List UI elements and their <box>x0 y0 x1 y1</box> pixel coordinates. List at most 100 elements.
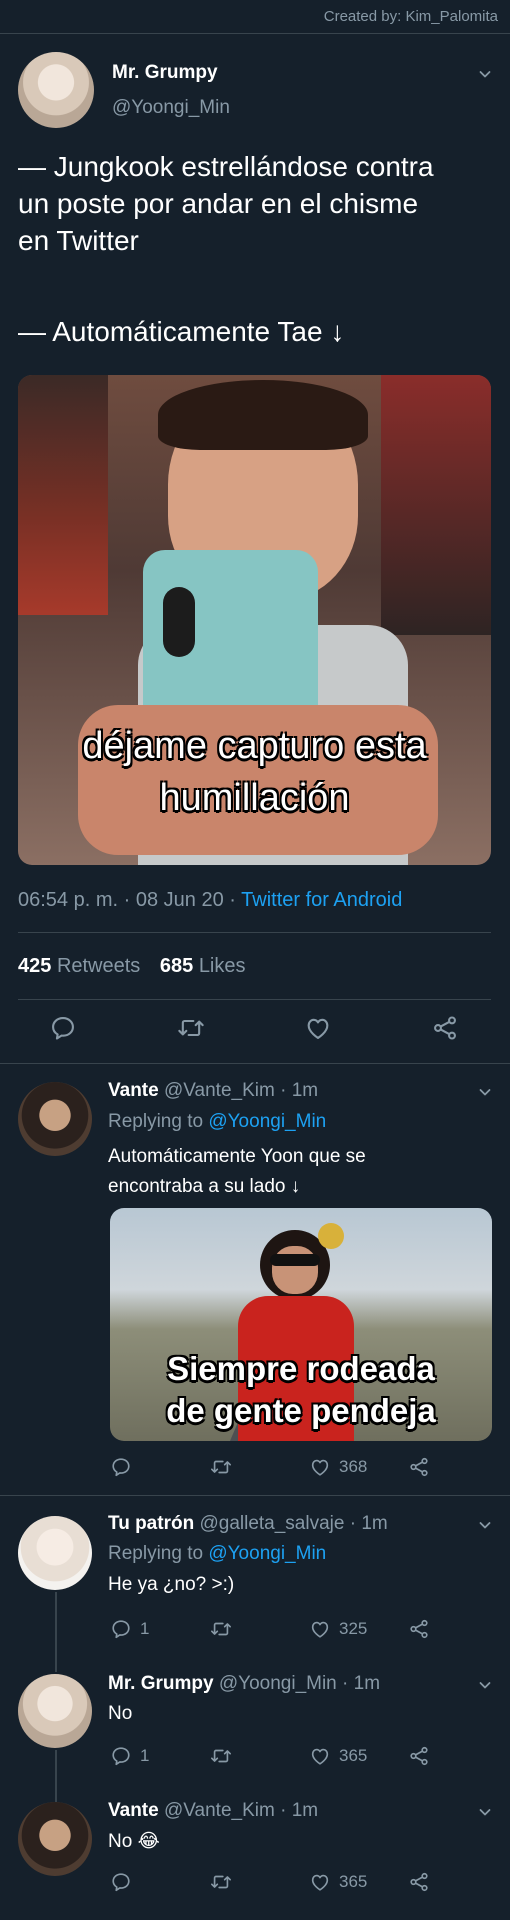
reply-button[interactable] <box>110 1871 140 1893</box>
author-name[interactable]: Mr. Grumpy <box>108 1673 214 1694</box>
like-button[interactable]: 365 <box>309 1871 367 1893</box>
reply-button[interactable]: 1 <box>110 1618 149 1640</box>
share-button[interactable] <box>408 1871 430 1893</box>
mention-link[interactable]: @Yoongi_Min <box>208 1543 326 1564</box>
reply-header: Vante @Vante_Kim · 1m <box>108 1080 318 1102</box>
tweet-time: 06:54 p. m. <box>18 889 119 911</box>
replying-to: Replying to @Yoongi_Min <box>108 1543 326 1565</box>
reply-icon <box>110 1871 132 1893</box>
retweet-icon <box>177 1014 205 1042</box>
like-count: 325 <box>339 1619 368 1638</box>
tweet-source-link[interactable]: Twitter for Android <box>241 889 402 911</box>
share-icon <box>431 1014 459 1042</box>
reply-icon <box>110 1456 132 1478</box>
reply-header: Tu patrón @galleta_salvaje · 1m <box>108 1513 388 1535</box>
divider <box>18 932 491 933</box>
author-name[interactable]: Vante <box>108 1080 159 1101</box>
author-handle[interactable]: @Vante_Kim <box>164 1800 275 1821</box>
tweet-meta: 06:54 p. m. · 08 Jun 20 · Twitter for An… <box>18 889 402 912</box>
author-handle[interactable]: @Yoongi_Min <box>112 97 230 119</box>
reply-button[interactable]: 1 <box>110 1745 149 1767</box>
poster-decoration <box>18 375 108 615</box>
meta-separator: · <box>229 889 236 911</box>
retweet-button[interactable] <box>177 1017 205 1039</box>
author-name[interactable]: Vante <box>108 1800 159 1821</box>
reply-time: · 1m <box>349 1513 388 1534</box>
caption-line: de gente pendeja <box>166 1392 436 1429</box>
avatar[interactable] <box>18 1674 92 1748</box>
retweet-button[interactable] <box>210 1871 232 1893</box>
author-name[interactable]: Mr. Grumpy <box>112 62 218 84</box>
like-button[interactable] <box>304 1017 332 1039</box>
reply-time: · 1m <box>280 1800 319 1821</box>
share-icon <box>408 1456 430 1478</box>
tweet-image[interactable]: déjame capturo esta humillación <box>18 375 491 865</box>
share-button[interactable] <box>408 1618 430 1640</box>
like-icon <box>309 1745 331 1767</box>
reporter-sunglasses <box>270 1254 320 1266</box>
like-icon <box>309 1618 331 1640</box>
like-count: 368 <box>339 1457 368 1476</box>
avatar[interactable] <box>18 1516 92 1590</box>
chevron-down-icon[interactable] <box>479 1086 491 1098</box>
author-name[interactable]: Tu patrón <box>108 1513 194 1534</box>
retweet-button[interactable] <box>210 1456 232 1478</box>
avatar[interactable] <box>18 1082 92 1156</box>
author-handle[interactable]: @Vante_Kim <box>164 1080 275 1101</box>
retweet-icon <box>210 1618 232 1640</box>
thread-line <box>55 1750 57 1802</box>
reply-time: · 1m <box>280 1080 319 1101</box>
caption-line: Siempre rodeada <box>167 1350 435 1387</box>
caption-line: déjame capturo esta <box>82 725 427 767</box>
tweet-text-line: un poste por andar en el chisme <box>18 188 419 219</box>
share-button[interactable] <box>408 1456 430 1478</box>
chevron-down-icon[interactable] <box>479 1679 491 1691</box>
retweet-button[interactable] <box>210 1618 232 1640</box>
avatar[interactable] <box>18 1802 92 1876</box>
tweet-text-line: en Twitter <box>18 225 139 256</box>
divider <box>18 999 491 1000</box>
person-hair <box>158 380 368 450</box>
reply-image[interactable]: Siempre rodeada de gente pendeja <box>110 1208 492 1441</box>
like-icon <box>304 1014 332 1042</box>
divider <box>0 1063 510 1064</box>
like-icon <box>309 1456 331 1478</box>
chevron-down-icon[interactable] <box>479 1806 491 1818</box>
like-button[interactable]: 325 <box>309 1618 367 1640</box>
phone-camera <box>163 587 195 657</box>
retweets-count[interactable]: 425 <box>18 955 51 977</box>
mention-link[interactable]: @Yoongi_Min <box>208 1111 326 1132</box>
chevron-down-icon[interactable] <box>479 68 491 80</box>
caption-line: humillación <box>159 777 350 819</box>
share-icon <box>408 1871 430 1893</box>
channel-logo <box>318 1223 344 1249</box>
tweet-text-line: — Jungkook estrellándose contra <box>18 151 434 182</box>
retweet-button[interactable] <box>210 1745 232 1767</box>
like-count: 365 <box>339 1872 368 1891</box>
like-button[interactable]: 368 <box>309 1456 367 1478</box>
like-count: 365 <box>339 1746 368 1765</box>
chevron-down-icon[interactable] <box>479 1519 491 1531</box>
background-decoration <box>381 375 491 635</box>
reply-icon <box>49 1014 77 1042</box>
reply-count: 1 <box>140 1619 150 1638</box>
reply-button[interactable] <box>110 1456 140 1478</box>
reply-icon <box>110 1745 132 1767</box>
likes-count[interactable]: 685 <box>160 955 193 977</box>
share-button[interactable] <box>431 1017 459 1039</box>
like-button[interactable]: 365 <box>309 1745 367 1767</box>
share-icon <box>408 1745 430 1767</box>
share-button[interactable] <box>408 1745 430 1767</box>
reply-text: No <box>108 1703 133 1724</box>
author-handle[interactable]: @galleta_salvaje <box>199 1513 344 1534</box>
retweets-label[interactable]: Retweets <box>57 955 140 977</box>
like-icon <box>309 1871 331 1893</box>
credit-text: Created by: Kim_Palomita <box>323 8 498 25</box>
author-handle[interactable]: @Yoongi_Min <box>219 1673 337 1694</box>
reply-text: No 😂 <box>108 1831 160 1852</box>
reply-icon <box>110 1618 132 1640</box>
replying-prefix: Replying to <box>108 1543 204 1564</box>
likes-label[interactable]: Likes <box>199 955 246 977</box>
avatar[interactable] <box>18 52 94 128</box>
reply-button[interactable] <box>49 1017 77 1039</box>
